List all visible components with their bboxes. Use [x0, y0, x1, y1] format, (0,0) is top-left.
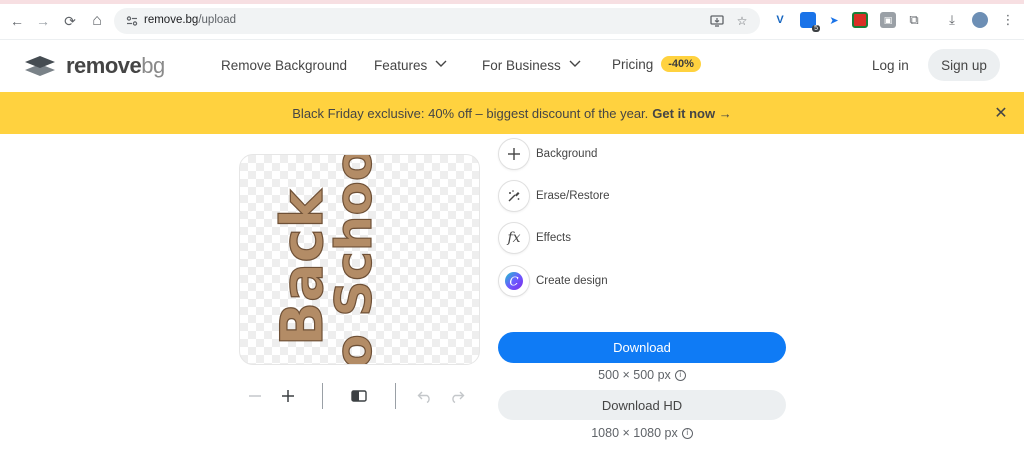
forward-icon[interactable]: →: [32, 10, 54, 32]
download-size: 500 × 500 px i: [498, 368, 786, 382]
back-icon[interactable]: ←: [6, 10, 28, 32]
banner-text: Black Friday exclusive: 40% off – bigges…: [292, 105, 649, 121]
nav-label: For Business: [482, 58, 561, 73]
svg-text:C: C: [509, 275, 518, 289]
info-icon[interactable]: i: [681, 427, 693, 439]
browser-menu-icon[interactable]: ⋮: [1000, 12, 1016, 28]
reload-icon[interactable]: ⟳: [59, 10, 81, 32]
download-button[interactable]: Download: [498, 332, 786, 363]
info-icon[interactable]: i: [674, 369, 686, 381]
signup-button[interactable]: Sign up: [928, 49, 1000, 81]
preview-text-to-school: to School: [325, 155, 383, 365]
toolbar-divider: [322, 383, 323, 409]
tool-create-design[interactable]: C Create design: [498, 265, 608, 297]
download-hd-button[interactable]: Download HD: [498, 390, 786, 420]
url-text: remove.bg/upload: [144, 14, 236, 26]
home-icon[interactable]: ⌂: [86, 10, 108, 32]
nav-features[interactable]: Features: [374, 58, 447, 73]
canva-icon: C: [498, 265, 530, 297]
extension-v-icon[interactable]: V: [772, 12, 788, 28]
extension-screenshot-icon[interactable]: ▣: [880, 12, 896, 28]
downloads-icon[interactable]: ⤓: [944, 12, 960, 28]
tool-label: Background: [536, 148, 598, 160]
login-link[interactable]: Log in: [872, 58, 909, 73]
extension-arrow-icon[interactable]: ➤: [826, 12, 842, 28]
address-bar[interactable]: remove.bg/upload ☆: [114, 8, 760, 34]
logo-text: removebg: [66, 53, 165, 79]
plus-icon: [498, 138, 530, 170]
image-preview[interactable]: Back to School: [239, 154, 480, 365]
tool-label: Erase/Restore: [536, 190, 610, 202]
chevron-down-icon: [569, 60, 581, 71]
undo-icon[interactable]: [414, 385, 436, 407]
nav-remove-background[interactable]: Remove Background: [221, 58, 347, 73]
promo-banner: Black Friday exclusive: 40% off – bigges…: [0, 92, 1024, 134]
browser-tab-strip-edge: [0, 0, 1024, 4]
discount-badge: -40%: [661, 56, 701, 72]
compare-icon[interactable]: [348, 385, 370, 407]
nav-label: Pricing: [612, 56, 654, 72]
tool-erase-restore[interactable]: Erase/Restore: [498, 180, 610, 212]
extensions-puzzle-icon[interactable]: ⧉: [906, 12, 922, 28]
tool-label: Create design: [536, 275, 608, 287]
download-hd-size-text: 1080 × 1080 px: [591, 426, 678, 440]
logo-word-remove: remove: [66, 53, 142, 78]
chevron-down-icon: [435, 60, 447, 71]
editor-toolbar: [240, 383, 480, 409]
nav-label: Features: [374, 58, 428, 73]
site-header: removebg Remove Background Features For …: [0, 41, 1024, 91]
tool-label: Effects: [536, 232, 571, 244]
brush-icon: [498, 180, 530, 212]
logo-layers-icon: [24, 54, 56, 78]
url-host: remove.bg: [144, 14, 199, 26]
site-settings-icon[interactable]: [124, 13, 140, 29]
logo[interactable]: removebg: [24, 53, 165, 79]
extension-translate-icon[interactable]: 5: [800, 12, 820, 32]
tool-effects[interactable]: fx Effects: [498, 222, 571, 254]
zoom-in-icon[interactable]: [277, 385, 299, 407]
extension-badge: 5: [812, 25, 820, 32]
toolbar-divider: [395, 383, 396, 409]
result-image: Back to School: [267, 155, 383, 365]
nav-for-business[interactable]: For Business: [482, 58, 581, 73]
browser-toolbar: ← → ⟳ ⌂ remove.bg/upload ☆ V 5 ➤ ▣ ⧉ ⤓ ⋮: [0, 0, 1024, 40]
install-app-icon[interactable]: [709, 13, 725, 29]
logo-word-bg: bg: [141, 53, 165, 78]
nav-pricing[interactable]: Pricing -40%: [612, 56, 701, 72]
download-hd-size: 1080 × 1080 px i: [498, 426, 786, 440]
nav-label: Remove Background: [221, 58, 348, 73]
redo-icon[interactable]: [446, 385, 468, 407]
banner-cta-link[interactable]: Get it now →: [652, 106, 731, 121]
extension-record-icon[interactable]: [852, 12, 868, 28]
tool-background[interactable]: Background: [498, 138, 597, 170]
fx-icon: fx: [498, 222, 530, 254]
zoom-out-icon[interactable]: [244, 385, 266, 407]
close-icon[interactable]: ✕: [992, 104, 1010, 122]
url-path: /upload: [198, 14, 237, 26]
profile-avatar[interactable]: [972, 12, 988, 28]
bookmark-star-icon[interactable]: ☆: [734, 13, 750, 29]
download-size-text: 500 × 500 px: [598, 368, 671, 382]
